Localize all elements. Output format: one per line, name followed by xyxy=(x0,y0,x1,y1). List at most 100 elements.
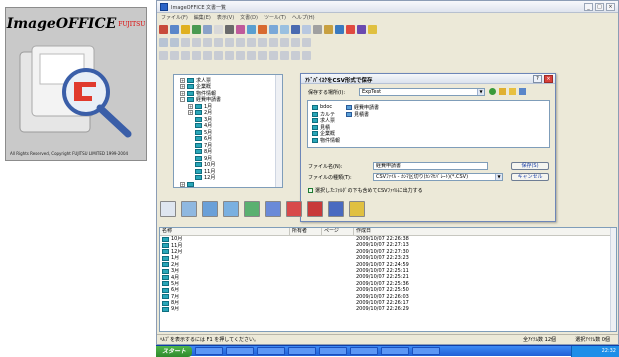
new-folder-icon[interactable] xyxy=(509,88,516,95)
tool-icon[interactable] xyxy=(214,25,223,34)
tool-icon[interactable] xyxy=(159,51,168,60)
chart-icon[interactable] xyxy=(328,201,344,217)
tool-icon[interactable] xyxy=(346,25,355,34)
filename-field[interactable]: 経費申請書 xyxy=(373,162,488,170)
settings-icon[interactable] xyxy=(181,201,197,217)
tool-icon[interactable] xyxy=(225,38,234,47)
folder-tree[interactable]: + 求人票 + 企業概 + 物件情報 - 経費申請書 +1月 +2月 3月 4月 5月 6月 7月 8月 9月 1… xyxy=(173,74,283,188)
tool-icon[interactable] xyxy=(313,25,322,34)
tool-icon[interactable] xyxy=(280,38,289,47)
column-pages[interactable]: ページ xyxy=(322,228,354,235)
tool-icon[interactable] xyxy=(247,51,256,60)
dialog-help-button[interactable]: ? xyxy=(533,75,542,83)
tree-scrollbar[interactable] xyxy=(275,75,282,187)
tool-icon[interactable] xyxy=(280,51,289,60)
tool-icon[interactable] xyxy=(247,38,256,47)
view-menu-icon[interactable] xyxy=(519,88,526,95)
tool-icon[interactable] xyxy=(236,51,245,60)
menu-edit[interactable]: 編集(E) xyxy=(194,14,211,21)
chevron-down-icon[interactable]: ▼ xyxy=(495,174,502,180)
expand-toggle-icon[interactable]: + xyxy=(188,110,193,116)
tree-item[interactable]: + xyxy=(180,181,282,187)
menu-view[interactable]: 表示(V) xyxy=(217,14,234,21)
tool-icon[interactable] xyxy=(192,38,201,47)
tool-icon[interactable] xyxy=(203,51,212,60)
tool-icon[interactable] xyxy=(291,38,300,47)
tool-icon[interactable] xyxy=(225,25,234,34)
column-created[interactable]: 作成日 xyxy=(354,228,612,235)
tool-icon[interactable] xyxy=(192,51,201,60)
pdf-icon[interactable] xyxy=(286,201,302,217)
menu-document[interactable]: 文書(D) xyxy=(240,14,258,21)
tool-icon[interactable] xyxy=(181,25,190,34)
taskbar-button[interactable] xyxy=(319,347,348,355)
include-subfolders-checkbox[interactable]: 選択したﾌｫﾙﾀﾞの下も含めてCSVﾌｧｲﾙに出力する xyxy=(308,187,423,194)
tool-icon[interactable] xyxy=(159,25,168,34)
tool-icon[interactable] xyxy=(280,25,289,34)
filetype-combo[interactable]: CSVﾌｧｲﾙ - ｶﾝﾏ区切り(ｶﾝﾏｾﾊﾟﾚｰﾄ)(*.CSV) ▼ xyxy=(373,173,503,181)
expand-toggle-icon[interactable]: + xyxy=(180,90,185,96)
tool-icon[interactable] xyxy=(258,25,267,34)
tool-icon[interactable] xyxy=(170,51,179,60)
column-owner[interactable]: 所有者 xyxy=(290,228,322,235)
tool-icon[interactable] xyxy=(181,51,190,60)
tool-icon[interactable] xyxy=(291,25,300,34)
back-icon[interactable] xyxy=(489,88,496,95)
maximize-button[interactable]: □ xyxy=(595,3,604,11)
save-button[interactable]: 保存(S) xyxy=(511,162,549,170)
file-list-item[interactable]: 物件情報 xyxy=(312,137,340,144)
expand-toggle-icon[interactable]: + xyxy=(180,77,185,83)
checkbox-box[interactable] xyxy=(308,188,313,193)
tool-icon[interactable] xyxy=(291,51,300,60)
tool-icon[interactable] xyxy=(236,38,245,47)
tool-icon[interactable] xyxy=(335,25,344,34)
tool-icon[interactable] xyxy=(225,51,234,60)
tool-icon[interactable] xyxy=(302,25,311,34)
taskbar-button[interactable] xyxy=(350,347,379,355)
tool-icon[interactable] xyxy=(236,25,245,34)
tool-icon[interactable] xyxy=(324,25,333,34)
list-scrollbar[interactable] xyxy=(610,228,616,331)
tool-icon[interactable] xyxy=(203,25,212,34)
menu-file[interactable]: ファイル(F) xyxy=(161,14,188,21)
file-list[interactable]: bdoc カルテ 求人票 見積 企業概 物件情報 経費申請書 見積書 xyxy=(307,100,550,148)
start-button[interactable]: スタート xyxy=(156,345,193,357)
tool-icon[interactable] xyxy=(214,51,223,60)
book-icon[interactable] xyxy=(307,201,323,217)
tool-icon[interactable] xyxy=(170,38,179,47)
tool-icon[interactable] xyxy=(302,51,311,60)
taskbar-button[interactable] xyxy=(412,347,441,355)
document-icon[interactable] xyxy=(202,201,218,217)
close-button[interactable]: × xyxy=(606,3,615,11)
tool-icon[interactable] xyxy=(214,38,223,47)
menu-tools[interactable]: ツール(T) xyxy=(264,14,286,21)
file-list-item[interactable]: 見積書 xyxy=(346,111,369,118)
file-list-item[interactable]: bdoc xyxy=(312,104,332,110)
tool-icon[interactable] xyxy=(269,25,278,34)
save-in-combo[interactable]: ExpTest ▼ xyxy=(359,88,485,96)
tool-icon[interactable] xyxy=(258,38,267,47)
tool-icon[interactable] xyxy=(258,51,267,60)
expand-toggle-icon[interactable]: + xyxy=(188,103,193,109)
tool-icon[interactable] xyxy=(357,25,366,34)
chevron-down-icon[interactable]: ▼ xyxy=(477,89,484,95)
document-list[interactable]: 名称 所有者 ページ 作成日 10月 2009/10/07 22:26:38 11月… xyxy=(159,227,617,332)
taskbar-button[interactable] xyxy=(381,347,410,355)
tool-icon[interactable] xyxy=(269,51,278,60)
tool-icon[interactable] xyxy=(192,25,201,34)
cancel-button[interactable]: キャンセル xyxy=(511,173,549,181)
tool-icon[interactable] xyxy=(269,38,278,47)
taskbar-button[interactable] xyxy=(226,347,255,355)
taskbar-button[interactable] xyxy=(288,347,317,355)
tool-icon[interactable] xyxy=(368,25,377,34)
image-icon[interactable] xyxy=(265,201,281,217)
expand-toggle-icon[interactable]: + xyxy=(180,181,185,187)
menu-help[interactable]: ヘルプ(H) xyxy=(292,14,315,21)
taskbar-button[interactable] xyxy=(195,347,224,355)
list-row[interactable]: 9月 2009/10/07 22:26:29 xyxy=(160,306,616,312)
export-icon[interactable] xyxy=(349,201,365,217)
tool-icon[interactable] xyxy=(159,38,168,47)
tool-icon[interactable] xyxy=(181,38,190,47)
tool-icon[interactable] xyxy=(203,38,212,47)
dialog-close-button[interactable]: × xyxy=(544,75,553,83)
